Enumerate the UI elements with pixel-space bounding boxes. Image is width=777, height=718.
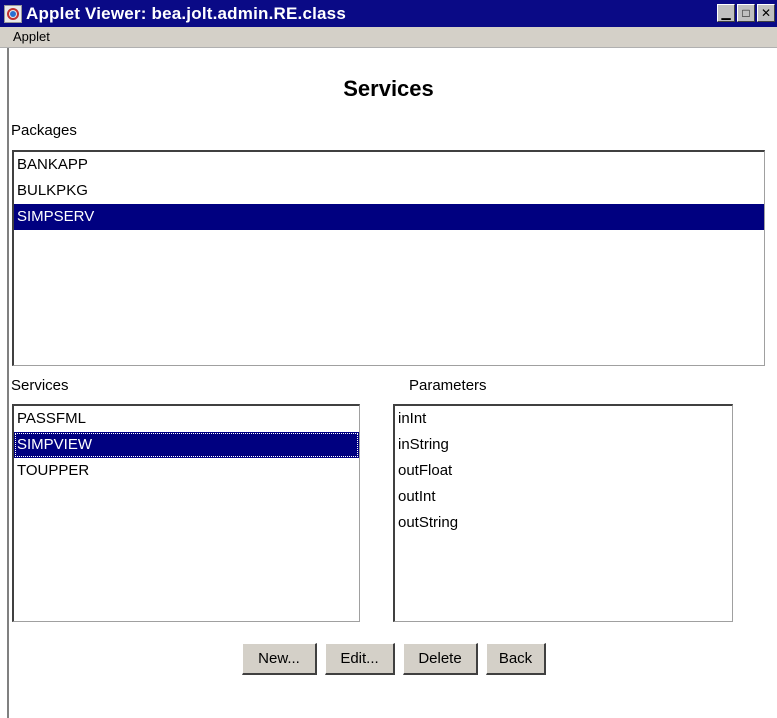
service-item-passfml[interactable]: PASSFML (14, 406, 359, 432)
menu-applet[interactable]: Applet (13, 29, 50, 44)
services-list[interactable]: PASSFML SIMPVIEW TOUPPER (12, 404, 360, 622)
close-icon[interactable]: ✕ (757, 4, 775, 22)
parameter-item[interactable]: inInt (395, 406, 732, 432)
parameter-item[interactable]: outInt (395, 484, 732, 510)
service-item-simpview[interactable]: SIMPVIEW (14, 432, 359, 458)
edit-button[interactable]: Edit... (325, 643, 395, 675)
new-button[interactable]: New... (242, 643, 317, 675)
parameters-list[interactable]: inInt inString outFloat outInt outString (393, 404, 733, 622)
service-item-toupper[interactable]: TOUPPER (14, 458, 359, 484)
minimize-icon[interactable]: ▁ (717, 4, 735, 22)
menu-bar: Applet (0, 27, 777, 48)
applet-border (7, 48, 9, 718)
java-app-icon (4, 4, 22, 23)
packages-label: Packages (11, 122, 77, 139)
package-item-bankapp[interactable]: BANKAPP (14, 152, 764, 178)
window-title: Applet Viewer: bea.jolt.admin.RE.class (26, 3, 346, 23)
parameter-item[interactable]: inString (395, 432, 732, 458)
parameter-item[interactable]: outString (395, 510, 732, 536)
packages-list[interactable]: BANKAPP BULKPKG SIMPSERV (12, 150, 765, 366)
maximize-icon[interactable]: □ (737, 4, 755, 22)
parameter-item[interactable]: outFloat (395, 458, 732, 484)
parameters-label: Parameters (409, 377, 487, 394)
window-title-bar[interactable]: Applet Viewer: bea.jolt.admin.RE.class ▁… (0, 0, 777, 27)
package-item-bulkpkg[interactable]: BULKPKG (14, 178, 764, 204)
page-title: Services (343, 76, 434, 101)
back-button[interactable]: Back (486, 643, 546, 675)
window-controls: ▁ □ ✕ (717, 4, 775, 22)
services-label: Services (11, 377, 69, 394)
package-item-simpserv[interactable]: SIMPSERV (14, 204, 764, 230)
delete-button[interactable]: Delete (403, 643, 478, 675)
